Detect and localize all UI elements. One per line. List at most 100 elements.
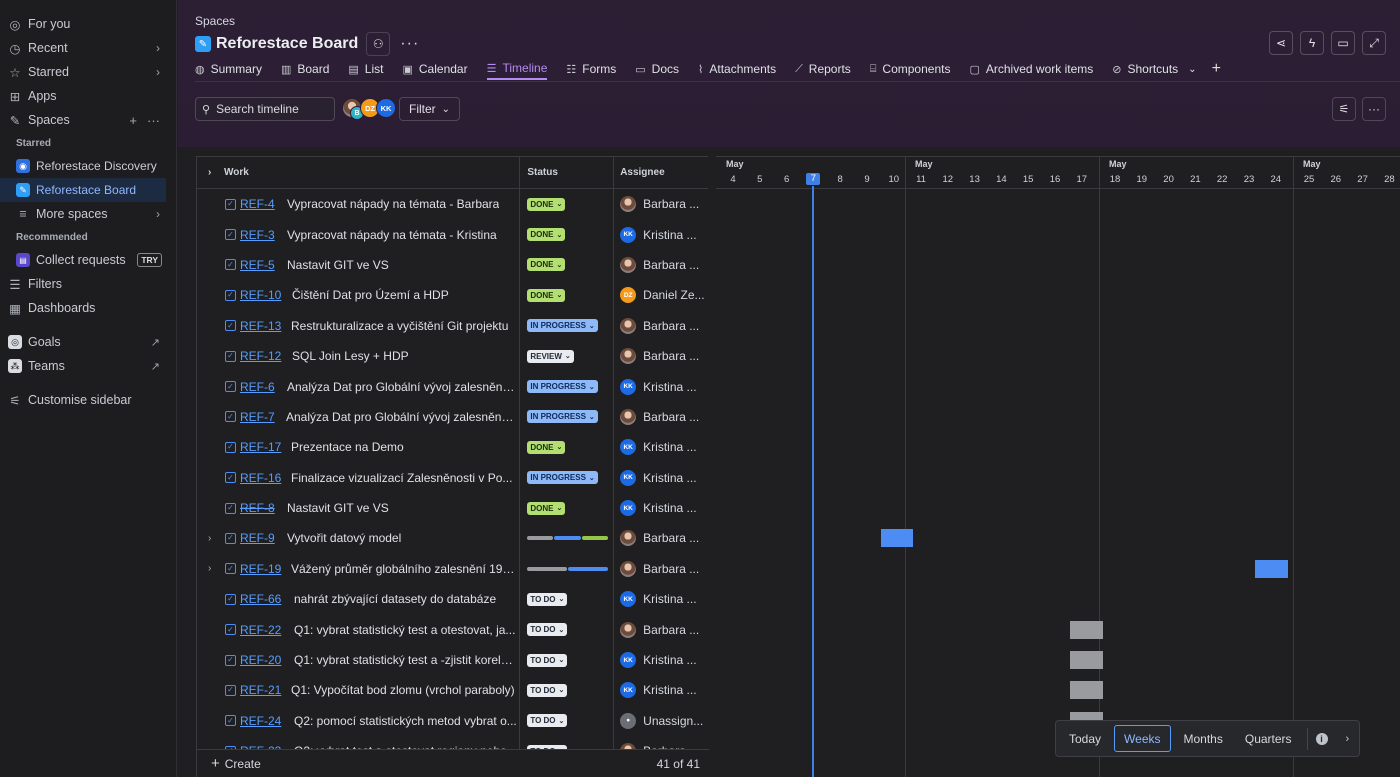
share-icon[interactable]: ⋖	[1269, 31, 1293, 55]
fullscreen-icon[interactable]: ⤢	[1362, 31, 1386, 55]
filter-button[interactable]: Filter ⌄	[399, 97, 461, 121]
sidebar-space-reforestace-discovery[interactable]: ◉ Reforestace Discovery	[0, 154, 176, 178]
issue-summary[interactable]: Q2: pomocí statistických metod vybrat o.…	[294, 714, 517, 728]
more-icon[interactable]: ···	[147, 113, 160, 128]
table-row[interactable]: ✓ REF-7 Analýza Dat pro Globální vývoj zal…	[197, 401, 708, 433]
table-row[interactable]: ✓ REF-13 Restrukturalizace a vyčištění Git…	[197, 310, 708, 341]
issue-key-link[interactable]: REF-20	[240, 653, 281, 667]
issue-key-link[interactable]: REF-12	[240, 349, 281, 363]
info-icon[interactable]: i	[1315, 732, 1328, 745]
table-row[interactable]: ✓ REF-22 Q1: vybrat statistický test a ote…	[197, 614, 708, 645]
issue-summary[interactable]: Vytvořit datový model	[287, 531, 401, 545]
status-lozenge[interactable]: REVIEW ⌄	[527, 349, 574, 363]
assignee-cell[interactable]: KK Kristina ...	[614, 493, 708, 523]
table-row[interactable]: › ✓ REF-19 Vážený průměr globálního zalesně…	[197, 553, 708, 585]
search-input[interactable]: ⚲ Search timeline	[195, 97, 335, 121]
tab-list[interactable]: ▤ List	[348, 58, 383, 80]
status-lozenge[interactable]: DONE ⌄	[527, 501, 566, 515]
sidebar-more-spaces[interactable]: ≡ More spaces ›	[0, 202, 176, 226]
zoom-months-button[interactable]: Months	[1175, 725, 1232, 752]
status-lozenge[interactable]: IN PROGRESS ⌄	[527, 410, 598, 424]
issue-summary[interactable]: SQL Join Lesy + HDP	[292, 349, 409, 363]
chevron-down-icon[interactable]: ⌄	[1188, 64, 1196, 75]
issue-key-link[interactable]: REF-17	[240, 440, 281, 454]
timeline-bar[interactable]	[1255, 559, 1288, 578]
sidebar-item-spaces[interactable]: ✎ Spaces + ···	[0, 108, 176, 132]
sidebar-item-filters[interactable]: ☰ Filters	[0, 272, 176, 296]
chevron-right-icon[interactable]: ›	[156, 41, 160, 55]
automation-icon[interactable]: ϟ	[1300, 31, 1324, 55]
expand-chevron-icon[interactable]: ›	[208, 563, 211, 574]
status-lozenge[interactable]: DONE ⌄	[527, 288, 566, 302]
issue-key-link[interactable]: REF-13	[240, 319, 281, 333]
status-lozenge[interactable]: IN PROGRESS ⌄	[527, 319, 598, 333]
table-row[interactable]: ✓ REF-4 Vypracovat nápady na témata - Barb…	[197, 189, 708, 220]
tab-archived[interactable]: ▢ Archived work items	[969, 58, 1093, 80]
issue-key-link[interactable]: REF-22	[240, 623, 281, 637]
issue-key-link[interactable]: REF-3	[240, 228, 275, 242]
timeline-chart[interactable]: May 4 5 6 7 8 9 10 May 11 12 13 14 15 16 17 May 18 19 20 21 2…	[716, 156, 1400, 777]
tab-board[interactable]: ▥ Board	[281, 58, 329, 80]
status-lozenge[interactable]: DONE ⌄	[527, 440, 566, 454]
table-row[interactable]: ✓ REF-21 Q1: Vypočítat bod zlomu (vrchol p…	[197, 675, 708, 706]
table-row[interactable]: › ✓ REF-9 Vytvořit datový model Barbara ...	[197, 523, 708, 554]
assignee-cell[interactable]: KK Kristina ...	[614, 371, 708, 401]
issue-summary[interactable]: nahrát zbývající datasety do databáze	[294, 592, 496, 606]
table-row[interactable]: ✓ REF-20 Q1: vybrat statistický test a -zj…	[197, 644, 708, 676]
assignee-cell[interactable]: KK Kristina ...	[614, 432, 708, 462]
sidebar-item-for-you[interactable]: ◎ For you	[0, 12, 176, 36]
breadcrumb[interactable]: Spaces	[195, 14, 235, 28]
sidebar-item-starred[interactable]: ☆ Starred ›	[0, 60, 176, 84]
tab-calendar[interactable]: ▣ Calendar	[402, 58, 467, 80]
column-assignee[interactable]: Assignee	[614, 157, 708, 188]
expand-chevron-icon[interactable]: ›	[208, 533, 211, 544]
status-lozenge[interactable]: DONE ⌄	[527, 258, 566, 272]
assignee-cell[interactable]: KK Kristina ...	[614, 645, 708, 675]
zoom-today-button[interactable]: Today	[1060, 725, 1110, 752]
tab-summary[interactable]: ◍ Summary	[195, 58, 262, 80]
table-row[interactable]: ✓ REF-16 Finalizace vizualizací Zalesněnos…	[197, 462, 708, 493]
assignee-cell[interactable]: Barbara ...	[614, 189, 708, 219]
assignee-cell[interactable]: Barbara ...	[614, 523, 708, 553]
issue-key-link[interactable]: REF-21	[240, 683, 281, 697]
assignee-cell[interactable]: KK Kristina ...	[614, 675, 708, 705]
tab-components[interactable]: ⌸ Components	[870, 58, 951, 80]
sidebar-item-dashboards[interactable]: ▦ Dashboards	[0, 296, 176, 320]
sidebar-item-apps[interactable]: ⊞ Apps	[0, 84, 176, 108]
zoom-weeks-button[interactable]: Weeks	[1114, 725, 1171, 752]
status-lozenge[interactable]: IN PROGRESS ⌄	[527, 471, 598, 485]
assignee-cell[interactable]: Barbara ...	[614, 250, 708, 280]
assignee-cell[interactable]: KK Kristina ...	[614, 463, 708, 493]
sidebar-item-goals[interactable]: ◎ Goals ↗	[0, 330, 176, 354]
assignee-cell[interactable]: Barbara ...	[614, 341, 708, 371]
tab-shortcuts[interactable]: ⊘ Shortcuts ⌄	[1112, 58, 1196, 80]
assignee-cell[interactable]: ● Unassign...	[614, 706, 708, 736]
issue-key-link[interactable]: REF-10	[240, 288, 281, 302]
table-row[interactable]: ✓ REF-8 Nastavit GIT ve VS DONE ⌄ KK Kristina …	[197, 492, 708, 524]
issue-summary[interactable]: Vážený průměr globálního zalesnění 199..…	[291, 562, 517, 576]
issue-key-link[interactable]: REF-24	[240, 714, 281, 728]
timeline-bar[interactable]	[1070, 651, 1103, 669]
assignee-cell[interactable]: Barbara ...	[614, 554, 708, 584]
issue-key-link[interactable]: REF-16	[240, 471, 281, 485]
table-row[interactable]: ✓ REF-17 Prezentace na Demo DONE ⌄ KK Kristina…	[197, 432, 708, 463]
table-row[interactable]: ✓ REF-66 nahrát zbývající datasety do data…	[197, 584, 708, 615]
sidebar-item-teams[interactable]: ⁂ Teams ↗	[0, 354, 176, 378]
sidebar-space-reforestace-board[interactable]: ✎ Reforestace Board	[0, 178, 166, 202]
table-row[interactable]: ✓ REF-3 Vypracovat nápady na témata - Kris…	[197, 219, 708, 250]
issue-summary[interactable]: Nastavit GIT ve VS	[287, 258, 389, 272]
assignee-cell[interactable]: DZ Daniel Ze...	[614, 280, 708, 310]
status-lozenge[interactable]: TO DO⌄	[527, 623, 568, 637]
table-row[interactable]: ✓ REF-24 Q2: pomocí statistických metod vy…	[197, 705, 708, 737]
zoom-quarters-button[interactable]: Quarters	[1236, 725, 1301, 752]
avatar[interactable]: KK	[376, 98, 396, 118]
issue-summary[interactable]: Nastavit GIT ve VS	[287, 501, 389, 515]
more-icon[interactable]: ···	[1362, 97, 1386, 121]
issue-key-link[interactable]: REF-5	[240, 258, 275, 272]
assignee-cell[interactable]: Barbara ...	[614, 311, 708, 341]
status-lozenge[interactable]: TO DO⌄	[527, 683, 568, 697]
timeline-bar[interactable]	[880, 529, 913, 548]
column-work[interactable]: › Work	[197, 157, 521, 188]
chevron-right-icon[interactable]: ›	[208, 167, 211, 178]
issue-summary[interactable]: Analýza Dat pro Globální vývoj zalesněno…	[286, 410, 517, 424]
